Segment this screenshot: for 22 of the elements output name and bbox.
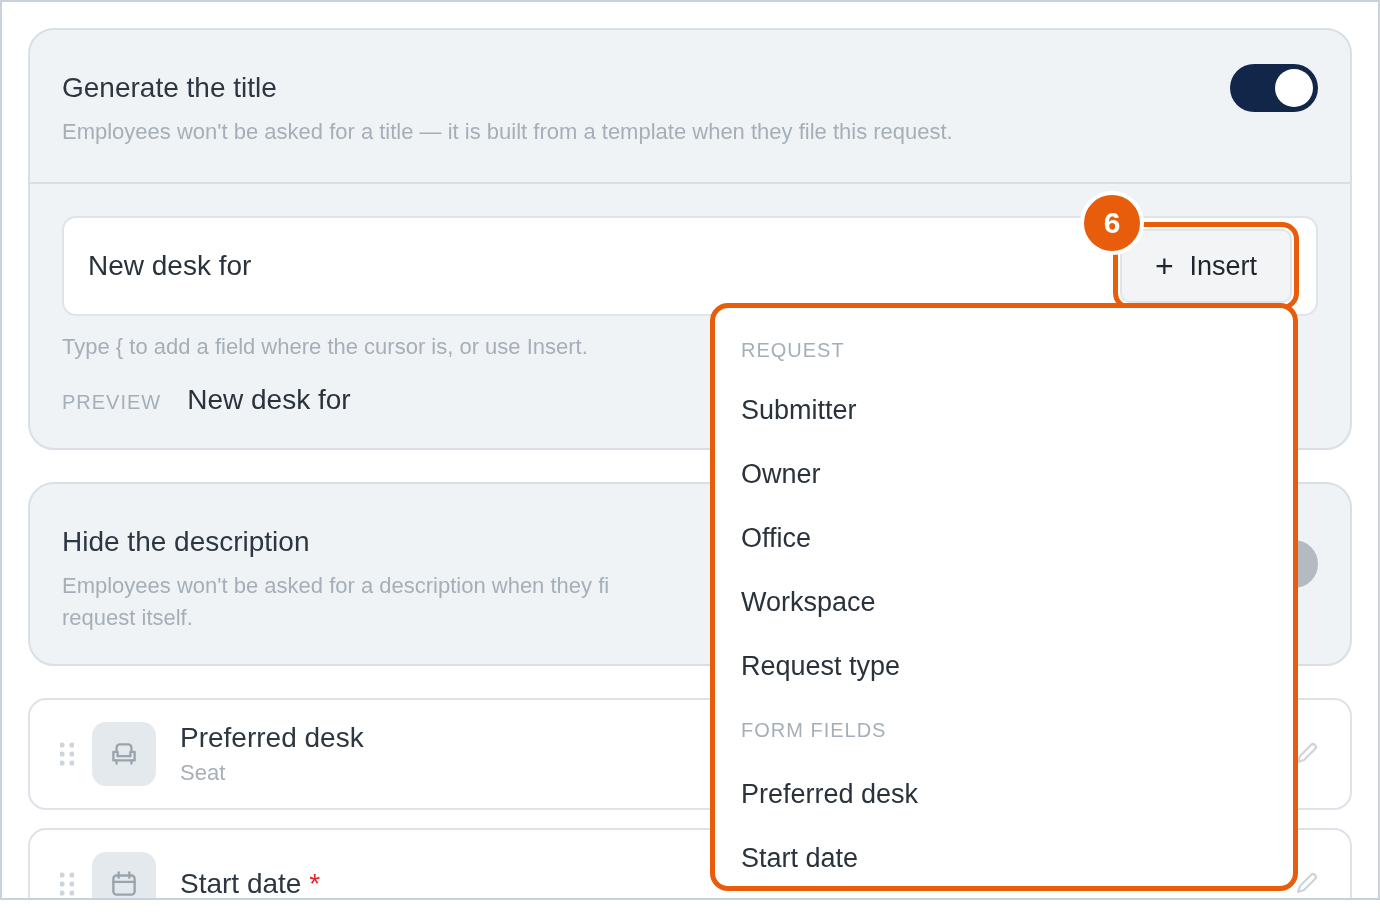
drag-handle-icon[interactable] (60, 871, 74, 897)
section-title: Generate the title (62, 71, 278, 105)
drag-handle-icon[interactable] (60, 741, 74, 767)
section-title: Hide the description (62, 525, 311, 559)
menu-section-label: FORM FIELDS (740, 717, 888, 743)
menu-item[interactable]: Office (715, 506, 1293, 570)
section-description: request itself. (62, 604, 194, 632)
menu-item[interactable]: Submitter (715, 378, 1293, 442)
menu-item[interactable]: Workspace (715, 570, 1293, 634)
field-type: Seat (180, 760, 226, 786)
field-title: Start date * (180, 868, 321, 898)
field-title: Preferred desk (180, 722, 364, 754)
menu-item[interactable]: Start date (715, 826, 1293, 890)
menu-section-label: REQUEST (740, 337, 846, 363)
preview-value: New desk for (187, 384, 351, 416)
section-description: Employees won't be asked for a title — it is built from a template when they file this request. (62, 118, 953, 146)
toggle-switch[interactable] (1230, 64, 1318, 112)
hint-text: Type { to add a field where the cursor is, or use Insert. (62, 334, 588, 360)
menu-item[interactable]: Owner (715, 442, 1293, 506)
preview-label: PREVIEW (62, 391, 162, 414)
section-description: Employees won't be asked for a description when they fi (62, 572, 610, 600)
menu-item[interactable]: Request type (715, 634, 1293, 698)
